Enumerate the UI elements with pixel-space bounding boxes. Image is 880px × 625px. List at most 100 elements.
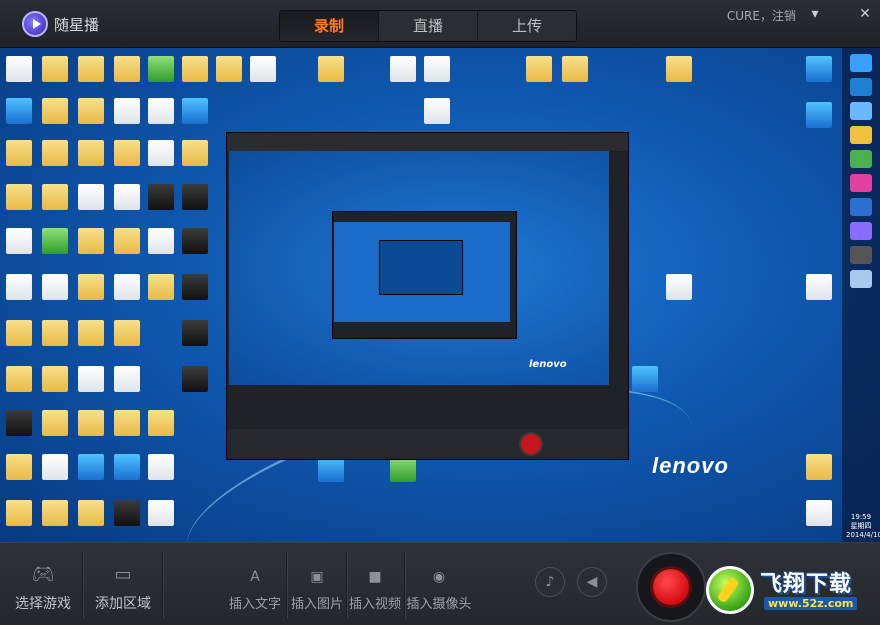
dropdown-menu-icon[interactable]: ▾: [804, 4, 826, 24]
insert-camera-button[interactable]: ◉ 插入摄像头: [404, 543, 474, 625]
desktop-icon[interactable]: [182, 274, 208, 300]
desktop-icon[interactable]: [424, 56, 450, 82]
screen-preview[interactable]: lenovo lenovo 19:59 星期四 2014/4/10: [0, 48, 880, 542]
desktop-icon[interactable]: [78, 320, 104, 346]
desktop-icon[interactable]: [424, 98, 450, 124]
desktop-icon[interactable]: [78, 98, 104, 124]
desktop-icon[interactable]: [6, 410, 32, 436]
desktop-icon[interactable]: [526, 56, 552, 82]
desktop-icon[interactable]: [6, 56, 32, 82]
dock-item-icon[interactable]: [850, 78, 872, 96]
desktop-icon[interactable]: [114, 320, 140, 346]
desktop-icon[interactable]: [78, 500, 104, 526]
desktop-icon[interactable]: [632, 366, 658, 392]
desktop-icon[interactable]: [666, 274, 692, 300]
desktop-icon[interactable]: [114, 56, 140, 82]
desktop-icon[interactable]: [182, 140, 208, 166]
desktop-icon[interactable]: [806, 454, 832, 480]
record-button[interactable]: [636, 552, 706, 622]
desktop-icon[interactable]: [216, 56, 242, 82]
desktop-icon[interactable]: [806, 274, 832, 300]
desktop-icon[interactable]: [148, 454, 174, 480]
tab-upload[interactable]: 上传: [478, 11, 576, 41]
desktop-icon[interactable]: [806, 56, 832, 82]
desktop-icon[interactable]: [42, 410, 68, 436]
desktop-icon[interactable]: [42, 56, 68, 82]
desktop-icon[interactable]: [114, 274, 140, 300]
desktop-icon[interactable]: [78, 454, 104, 480]
insert-text-button[interactable]: A 插入文字: [226, 543, 284, 625]
desktop-icon[interactable]: [148, 98, 174, 124]
desktop-icon[interactable]: [42, 98, 68, 124]
desktop-icon[interactable]: [6, 320, 32, 346]
dock-item-icon[interactable]: [850, 222, 872, 240]
desktop-icon[interactable]: [114, 410, 140, 436]
desktop-icon[interactable]: [114, 184, 140, 210]
desktop-icon[interactable]: [114, 140, 140, 166]
desktop-icon[interactable]: [148, 140, 174, 166]
desktop-icon[interactable]: [42, 274, 68, 300]
desktop-icon[interactable]: [114, 98, 140, 124]
dock-item-icon[interactable]: [850, 174, 872, 192]
desktop-icon[interactable]: [42, 140, 68, 166]
desktop-icon[interactable]: [78, 228, 104, 254]
desktop-icon[interactable]: [182, 366, 208, 392]
desktop-icon[interactable]: [78, 366, 104, 392]
desktop-icon[interactable]: [6, 274, 32, 300]
desktop-icon[interactable]: [78, 410, 104, 436]
desktop-icon[interactable]: [6, 140, 32, 166]
desktop-icon[interactable]: [148, 500, 174, 526]
tab-live[interactable]: 直播: [379, 11, 478, 41]
desktop-icon[interactable]: [114, 366, 140, 392]
tab-record[interactable]: 录制: [280, 11, 379, 41]
desktop-icon[interactable]: [114, 228, 140, 254]
add-region-button[interactable]: ▭ 添加区域: [86, 543, 160, 625]
desktop-icon[interactable]: [78, 184, 104, 210]
insert-image-button[interactable]: ▣ 插入图片: [288, 543, 346, 625]
desktop-icon[interactable]: [114, 500, 140, 526]
desktop-icon[interactable]: [148, 56, 174, 82]
username-link[interactable]: CURE: [727, 9, 760, 23]
desktop-icon[interactable]: [6, 184, 32, 210]
desktop-icon[interactable]: [114, 454, 140, 480]
desktop-icon[interactable]: [182, 56, 208, 82]
desktop-icon[interactable]: [806, 102, 832, 128]
desktop-icon[interactable]: [6, 228, 32, 254]
dock-item-icon[interactable]: [850, 246, 872, 264]
desktop-icon[interactable]: [6, 454, 32, 480]
close-icon[interactable]: ✕: [854, 4, 876, 24]
speaker-icon[interactable]: ◀: [577, 567, 607, 597]
dock-item-icon[interactable]: [850, 150, 872, 168]
desktop-icon[interactable]: [148, 228, 174, 254]
desktop-icon[interactable]: [78, 56, 104, 82]
desktop-icon[interactable]: [250, 56, 276, 82]
desktop-icon[interactable]: [6, 500, 32, 526]
desktop-icon[interactable]: [806, 500, 832, 526]
desktop-icon[interactable]: [42, 500, 68, 526]
desktop-icon[interactable]: [318, 56, 344, 82]
desktop-icon[interactable]: [182, 228, 208, 254]
desktop-icon[interactable]: [42, 320, 68, 346]
desktop-icon[interactable]: [148, 410, 174, 436]
desktop-icon[interactable]: [78, 274, 104, 300]
desktop-icon[interactable]: [78, 140, 104, 166]
dock-item-icon[interactable]: [850, 102, 872, 120]
dock-item-icon[interactable]: [850, 198, 872, 216]
desktop-icon[interactable]: [42, 228, 68, 254]
dock-item-icon[interactable]: [850, 126, 872, 144]
microphone-icon[interactable]: ♪: [535, 567, 565, 597]
logout-link[interactable]: 注销: [772, 9, 796, 23]
desktop-icon[interactable]: [42, 184, 68, 210]
desktop-icon[interactable]: [148, 184, 174, 210]
desktop-icon[interactable]: [42, 366, 68, 392]
desktop-icon[interactable]: [562, 56, 588, 82]
dock-item-icon[interactable]: [850, 270, 872, 288]
desktop-icon[interactable]: [148, 274, 174, 300]
desktop-icon[interactable]: [390, 56, 416, 82]
dock-item-icon[interactable]: [850, 54, 872, 72]
insert-video-button[interactable]: ■ 插入视频: [347, 543, 403, 625]
select-game-button[interactable]: 🎮︎ 选择游戏: [6, 543, 80, 625]
desktop-icon[interactable]: [182, 184, 208, 210]
desktop-icon[interactable]: [666, 56, 692, 82]
desktop-icon[interactable]: [6, 98, 32, 124]
